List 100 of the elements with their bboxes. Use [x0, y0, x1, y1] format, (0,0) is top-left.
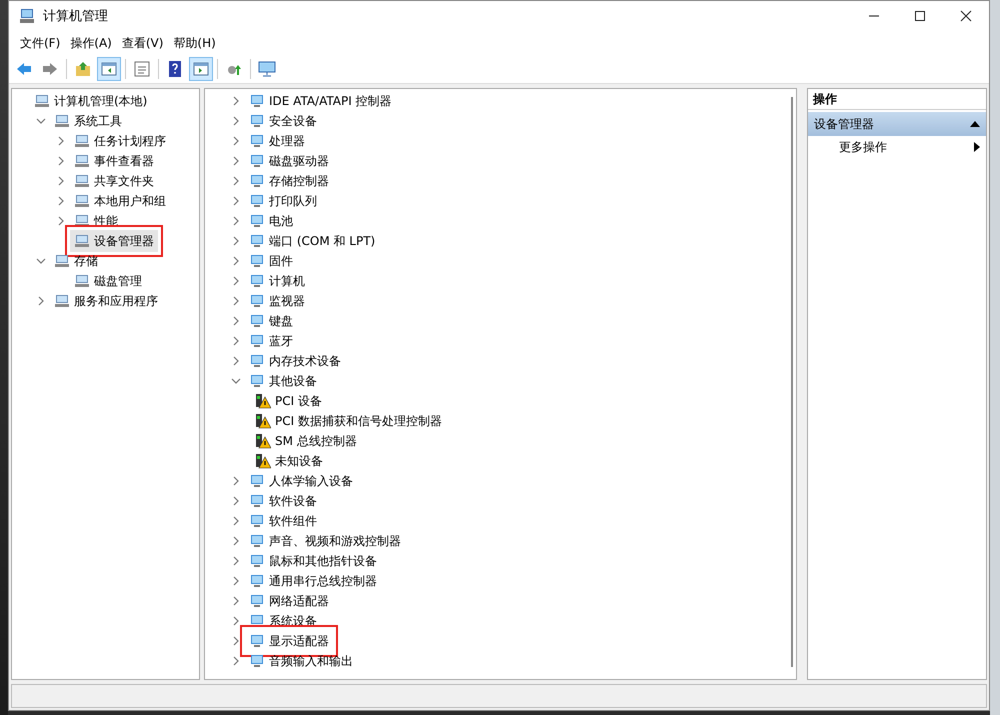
- chevron-icon[interactable]: [36, 256, 46, 266]
- device-icon: [249, 233, 265, 249]
- chevron-icon[interactable]: [56, 176, 66, 186]
- device-category[interactable]: IDE ATA/ATAPI 控制器: [245, 90, 396, 112]
- device-icon: [74, 193, 90, 209]
- device-category[interactable]: 打印队列: [245, 190, 321, 212]
- toolbar-button[interactable]: [97, 57, 121, 81]
- device-category[interactable]: 固件: [245, 250, 297, 272]
- menu-item[interactable]: 查看(V): [116, 34, 168, 52]
- tree-item[interactable]: 本地用户和组: [70, 190, 170, 212]
- chevron-icon[interactable]: [231, 156, 241, 166]
- chevron-icon[interactable]: [231, 296, 241, 306]
- device-category[interactable]: 软件设备: [245, 490, 321, 512]
- device-category[interactable]: 其他设备: [245, 370, 321, 392]
- device-icon: [74, 153, 90, 169]
- actions-section[interactable]: 设备管理器: [808, 112, 986, 136]
- chevron-icon[interactable]: [231, 96, 241, 106]
- device-icon: [249, 573, 265, 589]
- device-category[interactable]: 蓝牙: [245, 330, 297, 352]
- collapse-icon[interactable]: [970, 120, 980, 128]
- device-category[interactable]: 网络适配器: [245, 590, 333, 612]
- device-icon: [74, 233, 90, 249]
- chevron-icon[interactable]: [231, 336, 241, 346]
- chevron-icon[interactable]: [231, 636, 241, 646]
- device-category[interactable]: 显示适配器: [245, 630, 333, 652]
- chevron-icon[interactable]: [231, 596, 241, 606]
- device-category[interactable]: 人体学输入设备: [245, 470, 357, 492]
- device-category[interactable]: 计算机: [245, 270, 309, 292]
- chevron-icon[interactable]: [231, 376, 241, 386]
- chevron-icon[interactable]: [231, 656, 241, 666]
- chevron-icon[interactable]: [36, 116, 46, 126]
- chevron-icon[interactable]: [231, 196, 241, 206]
- tree-item[interactable]: 任务计划程序: [70, 130, 170, 152]
- device-category[interactable]: 软件组件: [245, 510, 321, 532]
- chevron-icon[interactable]: [231, 476, 241, 486]
- tree-item[interactable]: 磁盘管理: [70, 270, 146, 292]
- chevron-icon[interactable]: [231, 256, 241, 266]
- device-icon: [249, 193, 265, 209]
- device-category[interactable]: 端口 (COM 和 LPT): [245, 230, 380, 252]
- monitor-icon: [258, 60, 276, 78]
- device-category[interactable]: 键盘: [245, 310, 297, 332]
- menu-item[interactable]: 帮助(H): [168, 34, 221, 52]
- tree-item[interactable]: 计算机管理(本地): [30, 90, 152, 112]
- device-icon: [249, 273, 265, 289]
- device-icon: [249, 533, 265, 549]
- chevron-icon[interactable]: [231, 116, 241, 126]
- device-category[interactable]: 处理器: [245, 130, 309, 152]
- device-category[interactable]: 未知设备: [251, 450, 327, 472]
- chevron-icon[interactable]: [231, 216, 241, 226]
- chevron-icon[interactable]: [231, 316, 241, 326]
- tree-item[interactable]: 服务和应用程序: [50, 290, 162, 312]
- device-category[interactable]: 通用串行总线控制器: [245, 570, 381, 592]
- chevron-icon[interactable]: [36, 296, 46, 306]
- device-category[interactable]: 磁盘驱动器: [245, 150, 333, 172]
- chevron-icon[interactable]: [56, 196, 66, 206]
- tree-item[interactable]: 系统工具: [50, 110, 126, 132]
- device-category[interactable]: 安全设备: [245, 110, 321, 132]
- chevron-icon[interactable]: [56, 156, 66, 166]
- device-icon: [54, 113, 70, 129]
- chevron-icon[interactable]: [231, 576, 241, 586]
- chevron-icon[interactable]: [231, 556, 241, 566]
- chevron-icon[interactable]: [56, 216, 66, 226]
- chevron-icon[interactable]: [231, 536, 241, 546]
- chevron-icon[interactable]: [231, 616, 241, 626]
- device-category[interactable]: PCI 设备: [251, 390, 326, 412]
- device-category[interactable]: 电池: [245, 210, 297, 232]
- scrollbar[interactable]: [791, 97, 793, 667]
- help-icon: [166, 60, 184, 78]
- chevron-icon[interactable]: [56, 136, 66, 146]
- tree-item[interactable]: 存储: [50, 250, 102, 272]
- device-category[interactable]: PCI 数据捕获和信号处理控制器: [251, 410, 446, 432]
- tree-item[interactable]: 共享文件夹: [70, 170, 158, 192]
- toolbar-button[interactable]: [189, 57, 213, 81]
- device-category[interactable]: 鼠标和其他指针设备: [245, 550, 381, 572]
- menu-item[interactable]: 文件(F): [15, 34, 66, 52]
- forward-arrow-icon: [41, 60, 59, 78]
- submenu-arrow-icon: [974, 142, 980, 152]
- chevron-icon[interactable]: [231, 136, 241, 146]
- chevron-icon[interactable]: [231, 516, 241, 526]
- chevron-icon[interactable]: [231, 356, 241, 366]
- device-category[interactable]: 存储控制器: [245, 170, 333, 192]
- tree-item[interactable]: 事件查看器: [70, 150, 158, 172]
- device-category[interactable]: 内存技术设备: [245, 350, 345, 372]
- chevron-icon[interactable]: [231, 176, 241, 186]
- device-icon: [249, 373, 265, 389]
- menu-item[interactable]: 操作(A): [65, 34, 117, 52]
- chevron-icon[interactable]: [231, 496, 241, 506]
- maximize-icon: [914, 10, 926, 22]
- device-icon: [249, 353, 265, 369]
- document-icon: [133, 60, 151, 78]
- action-link[interactable]: 更多操作: [839, 138, 887, 156]
- device-icon: [249, 253, 265, 269]
- device-category[interactable]: 声音、视频和游戏控制器: [245, 530, 405, 552]
- device-category[interactable]: SM 总线控制器: [251, 430, 361, 452]
- device-category[interactable]: 监视器: [245, 290, 309, 312]
- chevron-icon[interactable]: [231, 276, 241, 286]
- device-icon: [249, 313, 265, 329]
- chevron-icon[interactable]: [231, 236, 241, 246]
- device-category[interactable]: 音频输入和输出: [245, 650, 357, 672]
- tree-item[interactable]: 设备管理器: [70, 230, 158, 252]
